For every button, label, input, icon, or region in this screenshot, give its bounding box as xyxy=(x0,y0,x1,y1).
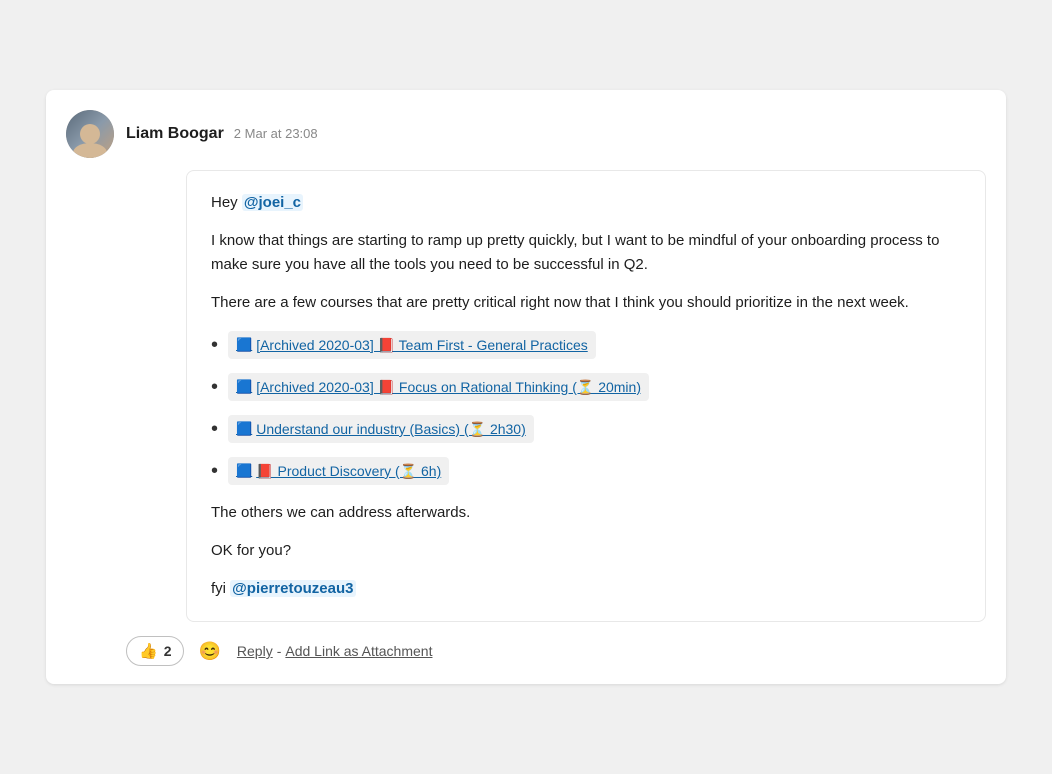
thumbs-up-reaction-button[interactable]: 👍 2 xyxy=(126,636,184,666)
course-text-1: [Archived 2020-03] 📕 Team First - Genera… xyxy=(256,334,588,356)
message-body: Hey @joei_c I know that things are start… xyxy=(186,170,986,622)
course-link-4[interactable]: 🟦 📕 Product Discovery (⏳ 6h) xyxy=(228,457,449,485)
course-list: 🟦 [Archived 2020-03] 📕 Team First - Gene… xyxy=(211,329,961,487)
message-card: Liam Boogar 2 Mar at 23:08 Hey @joei_c I… xyxy=(46,90,1006,684)
paragraph-1: I know that things are starting to ramp … xyxy=(211,229,961,277)
message-header: Liam Boogar 2 Mar at 23:08 xyxy=(46,90,1006,170)
header-info: Liam Boogar 2 Mar at 23:08 xyxy=(126,125,318,143)
emoji-picker-icon: 😊 xyxy=(198,641,220,662)
course-icon-2: 🟦 xyxy=(236,377,252,398)
avatar xyxy=(66,110,114,158)
timestamp: 2 Mar at 23:08 xyxy=(234,126,318,141)
paragraph-2: There are a few courses that are pretty … xyxy=(211,291,961,315)
greeting-paragraph: Hey @joei_c xyxy=(211,191,961,215)
add-link-button[interactable]: Add Link as Attachment xyxy=(285,643,432,659)
mention-joei[interactable]: @joei_c xyxy=(242,194,303,211)
paragraph-3: The others we can address afterwards. xyxy=(211,501,961,525)
course-text-3: Understand our industry (Basics) (⏳ 2h30… xyxy=(256,418,526,440)
course-icon-4: 🟦 xyxy=(236,461,252,482)
action-separator: - xyxy=(277,643,282,659)
paragraph-4: OK for you? xyxy=(211,539,961,563)
course-link-2[interactable]: 🟦 [Archived 2020-03] 📕 Focus on Rational… xyxy=(228,373,649,401)
course-icon-3: 🟦 xyxy=(236,419,252,440)
greeting-text: Hey xyxy=(211,194,238,211)
list-item: 🟦 [Archived 2020-03] 📕 Focus on Rational… xyxy=(211,371,961,403)
course-text-4: 📕 Product Discovery (⏳ 6h) xyxy=(256,460,441,482)
list-item: 🟦 📕 Product Discovery (⏳ 6h) xyxy=(211,455,961,487)
reaction-count: 2 xyxy=(164,643,172,659)
fyi-paragraph: fyi @pierretouzeau3 xyxy=(211,577,961,601)
list-item: 🟦 [Archived 2020-03] 📕 Team First - Gene… xyxy=(211,329,961,361)
course-text-2: [Archived 2020-03] 📕 Focus on Rational T… xyxy=(256,376,641,398)
reply-button[interactable]: Reply xyxy=(237,643,273,659)
course-link-3[interactable]: 🟦 Understand our industry (Basics) (⏳ 2h… xyxy=(228,415,534,443)
thumbs-up-emoji: 👍 xyxy=(139,642,158,660)
course-link-1[interactable]: 🟦 [Archived 2020-03] 📕 Team First - Gene… xyxy=(228,331,596,359)
fyi-text: fyi xyxy=(211,580,226,597)
action-links: Reply - Add Link as Attachment xyxy=(237,643,433,659)
course-icon-1: 🟦 xyxy=(236,335,252,356)
message-actions: 👍 2 😊 Reply - Add Link as Attachment xyxy=(126,622,986,684)
list-item: 🟦 Understand our industry (Basics) (⏳ 2h… xyxy=(211,413,961,445)
author-name: Liam Boogar xyxy=(126,125,224,143)
add-reaction-button[interactable]: 😊 xyxy=(194,637,224,666)
mention-pierre[interactable]: @pierretouzeau3 xyxy=(230,580,355,597)
